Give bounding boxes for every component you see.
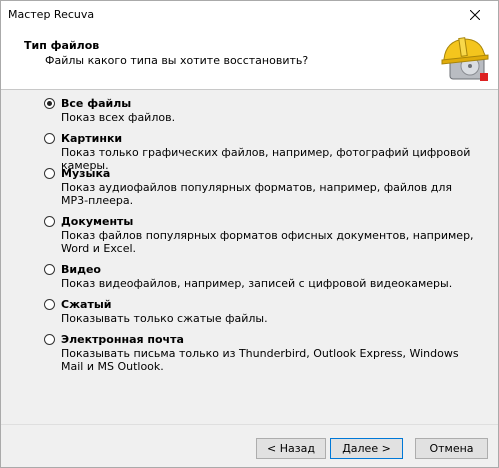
window-title: Мастер Recuva	[8, 8, 95, 21]
title-bar: Мастер Recuva	[1, 1, 498, 29]
page-subtitle: Файлы какого типа вы хотите восстановить…	[45, 54, 309, 67]
radio-documents[interactable]	[44, 216, 55, 227]
option-description: Показ видеофайлов, например, записей с ц…	[61, 277, 453, 290]
option-label: Музыка	[61, 167, 111, 180]
back-button[interactable]: < Назад	[256, 438, 326, 459]
radio-all-files[interactable]	[44, 98, 55, 109]
next-button[interactable]: Далее >	[330, 438, 403, 459]
option-description: Показывать только сжатые файлы.	[61, 312, 268, 325]
option-label: Электронная почта	[61, 333, 184, 346]
option-label: Картинки	[61, 132, 123, 145]
option-description: Показывать письма только из Thunderbird,…	[61, 347, 459, 373]
option-label: Видео	[61, 263, 101, 276]
radio-pictures[interactable]	[44, 133, 55, 144]
footer-divider	[1, 424, 498, 425]
radio-email[interactable]	[44, 334, 55, 345]
recuva-hardhat-drive-icon	[441, 37, 489, 81]
recuva-wizard-window: Мастер Recuva Тип файлов Файлы какого ти…	[0, 0, 499, 468]
radio-video[interactable]	[44, 264, 55, 275]
radio-compressed[interactable]	[44, 299, 55, 310]
cancel-button[interactable]: Отмена	[415, 438, 488, 459]
option-description: Показ только графических файлов, наприме…	[61, 146, 471, 172]
close-button[interactable]	[452, 1, 498, 29]
page-title: Тип файлов	[24, 39, 100, 52]
wizard-header: Тип файлов Файлы какого типа вы хотите в…	[1, 29, 498, 90]
option-description: Показ всех файлов.	[61, 111, 176, 124]
option-description: Показ аудиофайлов популярных форматов, н…	[61, 181, 452, 207]
option-label: Документы	[61, 215, 134, 228]
close-icon	[470, 10, 480, 20]
radio-music[interactable]	[44, 168, 55, 179]
option-label: Все файлы	[61, 97, 132, 110]
option-label: Сжатый	[61, 298, 112, 311]
option-description: Показ файлов популярных форматов офисных…	[61, 229, 474, 255]
